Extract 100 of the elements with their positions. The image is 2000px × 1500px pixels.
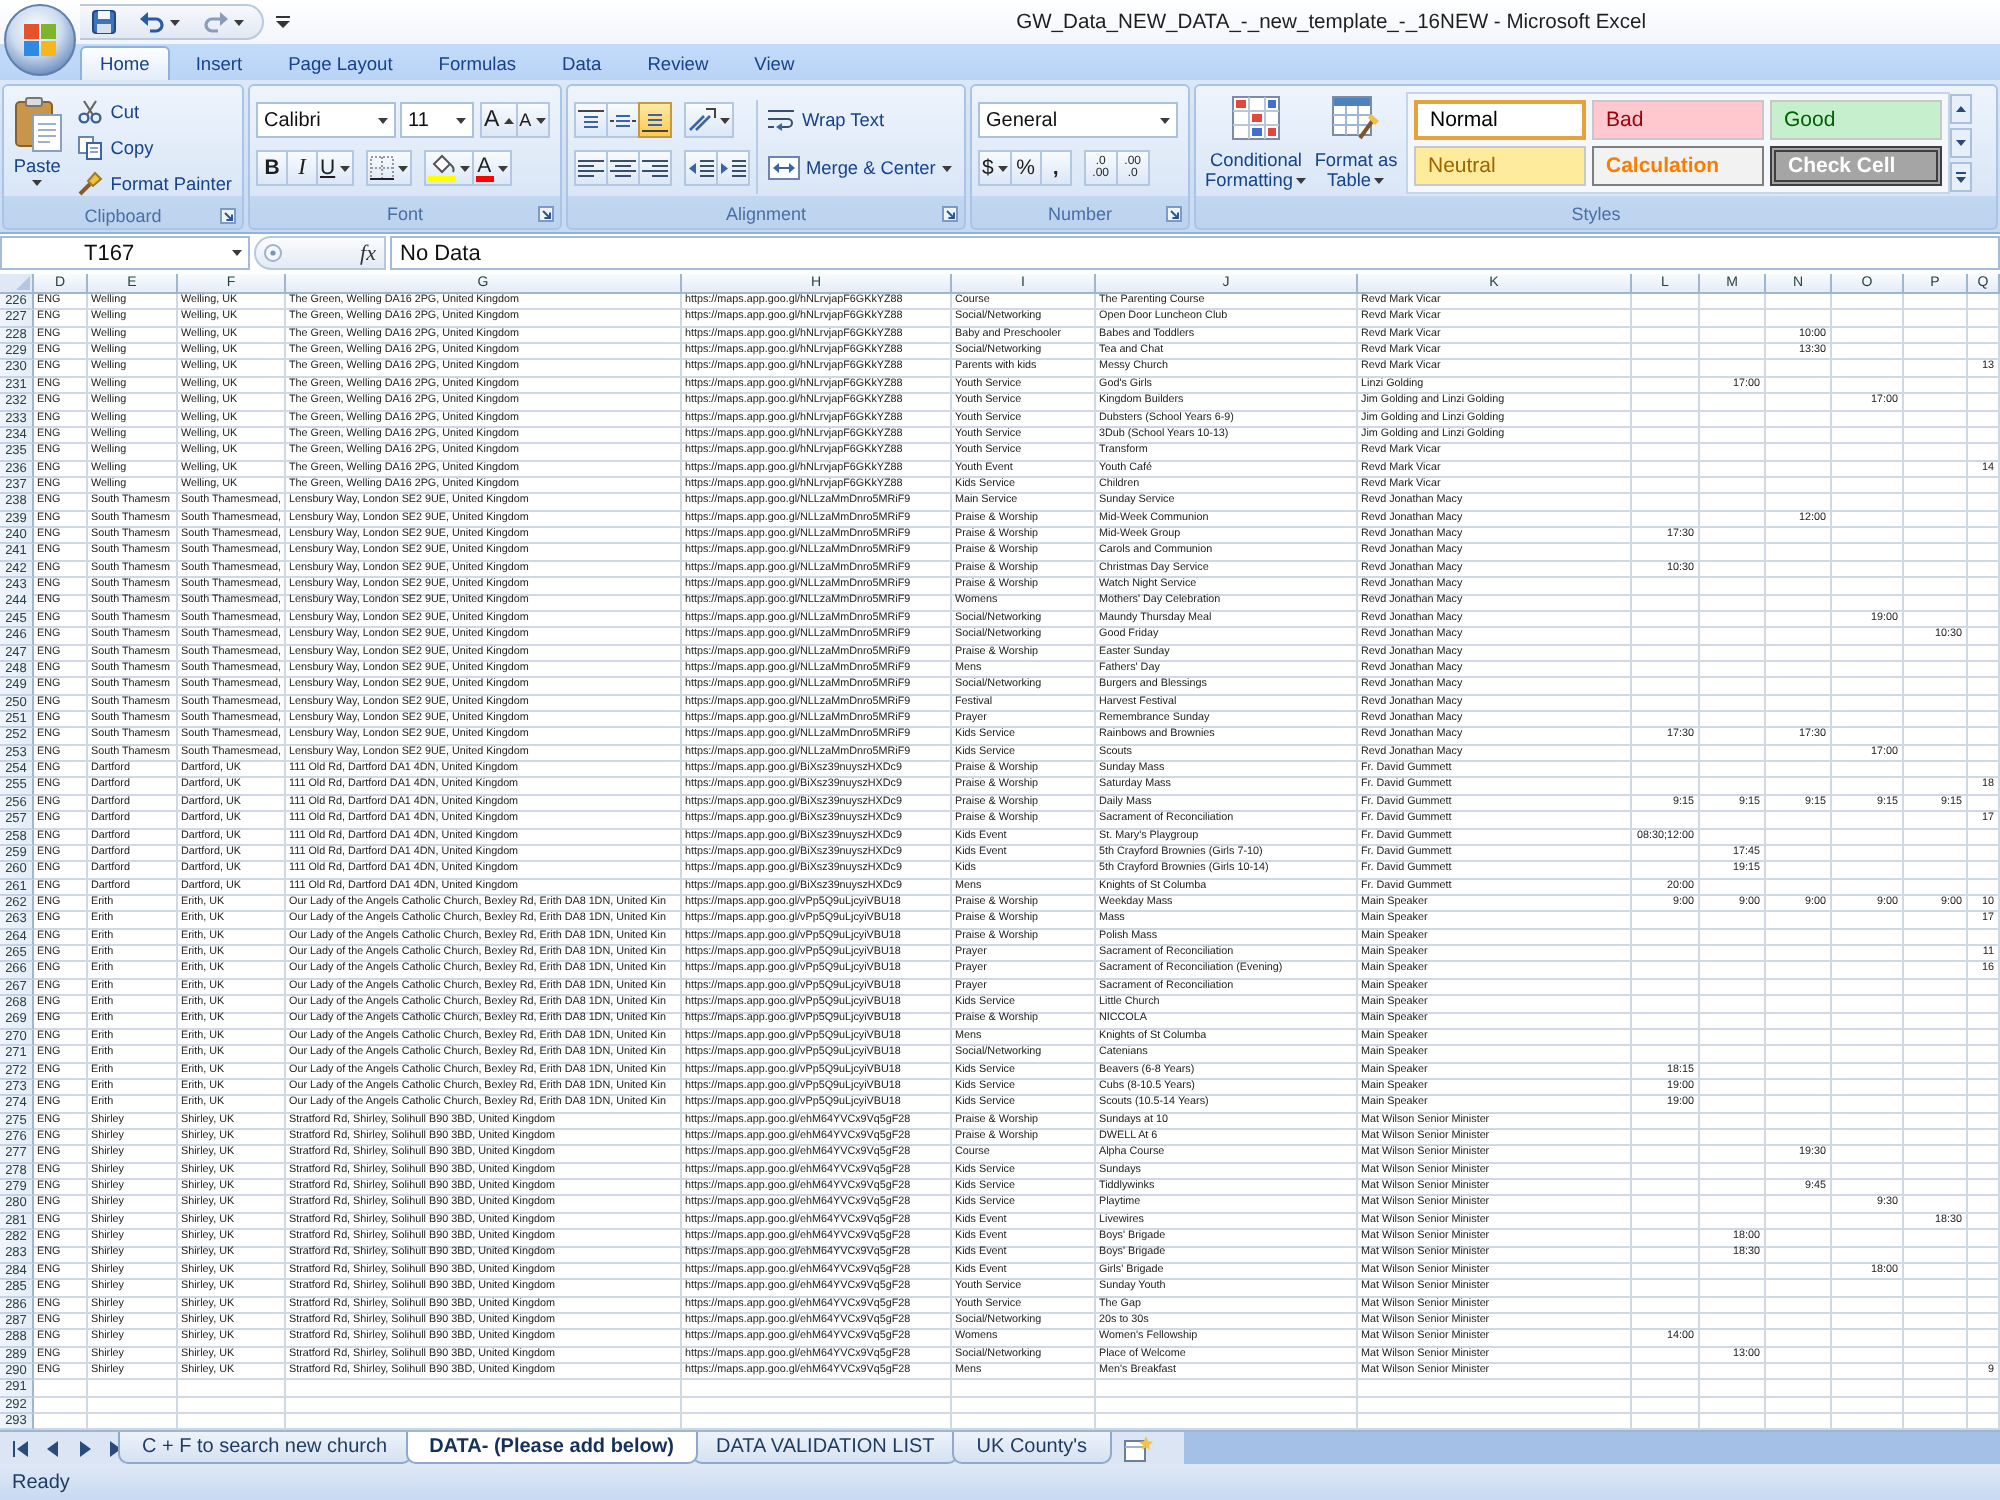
font-size-combo[interactable]: 11	[400, 102, 474, 138]
vertical-align-button[interactable]	[606, 102, 640, 138]
ribbon-tab[interactable]: Insert	[175, 46, 263, 80]
caret-icon[interactable]	[234, 19, 244, 25]
empty-cell	[1832, 996, 1904, 1013]
empty-cell	[1968, 711, 2000, 729]
undo-icon[interactable]	[140, 12, 164, 32]
sheet-tab[interactable]: DATA- (Please add below)	[405, 1432, 698, 1465]
currency-button[interactable]: $	[978, 150, 1012, 186]
shrink-font-button[interactable]: A	[515, 102, 550, 138]
empty-cell	[1968, 444, 2000, 462]
empty-cell	[1832, 544, 1904, 562]
cell-style-option[interactable]: Good	[1770, 100, 1942, 140]
empty-cell	[1832, 1364, 1904, 1381]
sheet-tab[interactable]: DATA VALIDATION LIST	[691, 1432, 959, 1465]
paste-button[interactable]: Paste	[10, 90, 65, 200]
empty-cell	[1832, 862, 1904, 880]
vertical-align-button[interactable]	[638, 102, 672, 138]
font-color-button[interactable]: A	[471, 150, 512, 186]
caret-icon[interactable]	[170, 19, 180, 25]
vertical-align-button[interactable]	[574, 102, 608, 138]
orientation-button[interactable]	[684, 102, 734, 138]
number-format-combo[interactable]: General	[978, 102, 1178, 138]
empty-cell	[1700, 1397, 1766, 1415]
empty-cell	[1700, 1113, 1766, 1131]
borders-button[interactable]	[365, 150, 412, 186]
empty-cell	[1632, 1380, 1700, 1398]
empty-cell	[1766, 678, 1832, 696]
empty-cell	[1832, 912, 1904, 930]
percent-button[interactable]: %	[1009, 150, 1042, 186]
group-label: Number	[1047, 203, 1112, 223]
bold-button[interactable]: B	[256, 150, 288, 186]
empty-cell	[1700, 611, 1766, 629]
empty-cell	[1832, 344, 1904, 361]
scroll-up-icon[interactable]	[1950, 94, 1972, 124]
ribbon-tab[interactable]: Review	[627, 46, 729, 80]
cell-style-option[interactable]: Normal	[1414, 100, 1586, 140]
font-family-combo[interactable]: Calibri	[256, 102, 396, 138]
empty-cell	[1904, 996, 1968, 1013]
dialog-launcher-icon[interactable]	[942, 205, 958, 221]
empty-cell	[1968, 1263, 2000, 1281]
empty-cell	[1968, 327, 2000, 345]
sheet-tab[interactable]: UK County's	[952, 1432, 1112, 1465]
empty-cell	[1700, 411, 1766, 428]
empty-cell	[1904, 912, 1968, 930]
dialog-launcher-icon[interactable]	[1166, 205, 1182, 221]
ribbon-tab[interactable]: Page Layout	[268, 46, 413, 80]
indent-icon	[720, 157, 746, 179]
dialog-launcher-icon[interactable]	[538, 205, 554, 221]
empty-cell	[1766, 929, 1832, 947]
empty-cell	[1968, 795, 2000, 813]
save-icon[interactable]	[92, 10, 116, 34]
name-box[interactable]: T167	[0, 236, 250, 270]
cut-button[interactable]: Cut	[74, 94, 236, 128]
horizontal-align-button[interactable]	[606, 150, 640, 186]
empty-cell	[1632, 1364, 1700, 1381]
cell-style-option[interactable]: Bad	[1592, 100, 1764, 140]
horizontal-align-button[interactable]	[574, 150, 608, 186]
empty-cell	[1700, 1012, 1766, 1030]
new-sheet-icon[interactable]	[1121, 1435, 1154, 1462]
empty-cell	[1766, 695, 1832, 713]
format-painter-button[interactable]: Format Painter	[74, 166, 236, 200]
empty-cell	[1766, 561, 1832, 579]
empty-cell	[1700, 310, 1766, 328]
copy-button[interactable]: Copy	[74, 130, 236, 164]
scroll-down-icon[interactable]	[1950, 128, 1972, 158]
format-as-table-button[interactable]: Format as Table	[1310, 90, 1402, 198]
wrap-text-button[interactable]: Wrap Text	[764, 102, 956, 138]
empty-cell	[1632, 1180, 1700, 1197]
empty-cell	[1632, 594, 1700, 612]
decrease-indent-button[interactable]	[684, 150, 718, 186]
empty-cell	[1832, 477, 1904, 495]
conditional-formatting-button[interactable]: Conditional Formatting	[1202, 90, 1310, 198]
more-icon[interactable]	[1950, 162, 1972, 192]
fill-color-button[interactable]	[423, 150, 474, 186]
first-sheet-icon[interactable]	[12, 1439, 30, 1458]
ribbon-tab[interactable]: Formulas	[418, 46, 537, 80]
empty-cell	[1632, 1230, 1700, 1248]
ribbon-tab[interactable]: Data	[542, 46, 622, 80]
underline-button[interactable]: U	[316, 150, 354, 186]
ribbon-tab[interactable]: Home	[80, 46, 170, 80]
empty-cell	[1766, 862, 1832, 880]
formula-field[interactable]: No Data	[390, 236, 2000, 270]
horizontal-align-button[interactable]	[638, 150, 672, 186]
increase-indent-button[interactable]	[716, 150, 750, 186]
previous-sheet-icon[interactable]	[44, 1439, 62, 1458]
comma-button[interactable]: ,	[1039, 150, 1072, 186]
caret-icon	[232, 250, 242, 256]
insert-function-button[interactable]: fx	[254, 236, 386, 270]
empty-cell	[1904, 1096, 1968, 1114]
customize-caret-icon[interactable]	[276, 16, 290, 28]
dialog-launcher-icon[interactable]	[220, 207, 236, 223]
merge-center-button[interactable]: Merge & Center	[764, 150, 956, 186]
sheet-tab[interactable]: C + F to search new church	[118, 1432, 412, 1465]
next-sheet-icon[interactable]	[76, 1439, 94, 1458]
grow-font-button[interactable]: A	[480, 102, 518, 138]
italic-button[interactable]: I	[286, 150, 318, 186]
empty-cell	[1832, 294, 1904, 311]
cell-style-option[interactable]: Neutral	[1414, 146, 1586, 186]
ribbon-tab[interactable]: View	[734, 46, 815, 80]
